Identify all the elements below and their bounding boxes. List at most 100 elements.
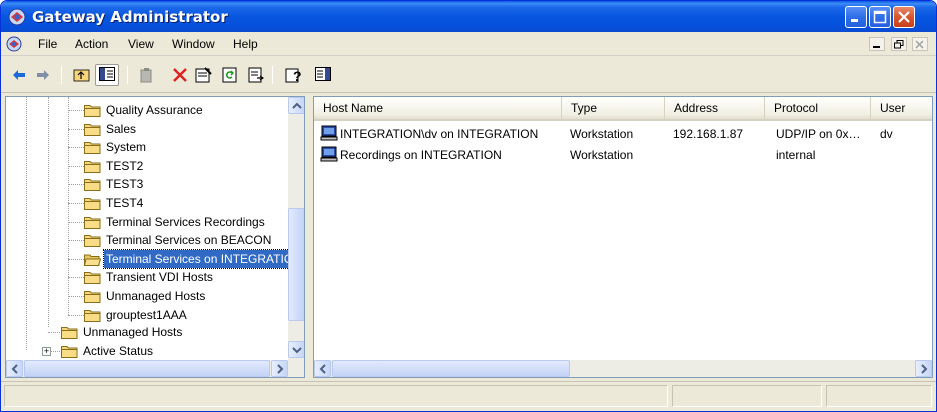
tree-item-label: Active Status	[83, 344, 154, 358]
menu-bar: File Action View Window Help	[1, 32, 936, 56]
tree-pane[interactable]: Quality Assurance Sales System TEST2 TEST3 TE…	[5, 96, 305, 378]
tree-connector	[48, 97, 49, 327]
menu-file[interactable]: File	[38, 37, 57, 51]
action-pane-icon	[315, 67, 331, 81]
tree-connector	[68, 222, 84, 223]
column-header-address[interactable]: Address	[665, 97, 765, 121]
scroll-left-button[interactable]	[6, 360, 23, 377]
folder-icon	[84, 217, 101, 229]
close-icon	[898, 11, 910, 23]
host-type: Workstation	[570, 127, 634, 141]
tree-connector	[68, 147, 84, 148]
scroll-up-button[interactable]	[288, 97, 304, 114]
folder-icon	[84, 179, 101, 191]
scroll-thumb[interactable]	[332, 360, 570, 377]
list-pane[interactable]: Host Name Type Address Protocol User INT…	[313, 96, 933, 378]
chevron-down-icon	[292, 347, 302, 354]
scroll-right-button[interactable]	[915, 360, 932, 377]
tree-item-label: TEST4	[106, 196, 144, 210]
maximize-icon	[873, 10, 887, 24]
tree-item-label: System	[106, 140, 147, 154]
forward-button[interactable]	[34, 66, 52, 84]
tree-item-label: Terminal Services on BEACON	[106, 233, 272, 247]
child-close-button[interactable]	[912, 37, 928, 51]
menu-action[interactable]: Action	[75, 37, 108, 51]
export-list-icon	[248, 67, 264, 83]
folder-icon	[84, 105, 101, 117]
column-header-host-name[interactable]: Host Name	[314, 97, 562, 121]
toolbar-separator	[127, 66, 128, 84]
help-button[interactable]: ?	[284, 66, 302, 84]
child-window-controls	[867, 37, 928, 54]
tree-item-label: Quality Assurance	[106, 103, 203, 117]
column-header-type[interactable]: Type	[562, 97, 665, 121]
tree-connector	[68, 315, 84, 316]
menu-view[interactable]: View	[128, 37, 154, 51]
folder-icon	[84, 142, 101, 154]
list-item[interactable]: Recordings on INTEGRATION Workstation in…	[314, 145, 914, 165]
child-minimize-button[interactable]	[869, 37, 886, 51]
tree-horizontal-scrollbar[interactable]	[6, 360, 304, 377]
tree-connector	[68, 296, 84, 297]
toolbar-separator	[61, 66, 62, 84]
host-name: INTEGRATION\dv on INTEGRATION	[340, 127, 539, 141]
title-bar[interactable]: Gateway Administrator	[1, 1, 936, 32]
back-button[interactable]	[10, 66, 28, 84]
chevron-right-icon	[921, 364, 928, 374]
column-header-user[interactable]: User	[871, 97, 932, 121]
forward-arrow-icon	[37, 70, 49, 80]
app-icon	[8, 8, 26, 26]
close-button[interactable]	[893, 6, 915, 28]
expand-toggle[interactable]: +	[42, 347, 51, 356]
properties-button[interactable]	[194, 66, 212, 84]
up-one-level-button[interactable]	[72, 66, 90, 84]
minimize-button[interactable]	[845, 6, 867, 28]
tree-connector	[68, 166, 84, 167]
tree-item-label: Sales	[106, 122, 137, 136]
scroll-left-button[interactable]	[314, 360, 331, 377]
restore-icon	[893, 40, 904, 49]
close-icon	[915, 40, 924, 49]
action-pane-button[interactable]	[314, 66, 332, 84]
scroll-thumb[interactable]	[24, 360, 270, 377]
status-bar	[1, 381, 936, 411]
copy-button[interactable]	[138, 66, 156, 84]
tree-connector	[48, 332, 60, 333]
scroll-thumb[interactable]	[288, 208, 304, 321]
tree-item-label: Terminal Services on INTEGRATIO	[102, 249, 288, 269]
folder-icon	[84, 161, 101, 173]
folder-icon	[84, 272, 101, 284]
computer-icon	[320, 146, 338, 162]
copy-icon	[140, 68, 152, 83]
list-item[interactable]: INTEGRATION\dv on INTEGRATION Workstatio…	[314, 124, 914, 144]
tree-connector	[68, 277, 84, 278]
host-user: dv	[880, 127, 893, 141]
column-header-protocol[interactable]: Protocol	[765, 97, 871, 121]
scroll-right-button[interactable]	[271, 360, 288, 377]
menu-help[interactable]: Help	[233, 37, 258, 51]
tree-vertical-scrollbar[interactable]	[288, 97, 304, 360]
tree-item-label: grouptest1AAA	[106, 308, 187, 322]
delete-button[interactable]	[171, 66, 189, 84]
toolbar: ?	[1, 57, 936, 93]
tree-view[interactable]: Quality Assurance Sales System TEST2 TEST3 TE…	[6, 97, 288, 360]
document-icon[interactable]	[6, 36, 22, 52]
child-restore-button[interactable]	[890, 37, 907, 51]
list-horizontal-scrollbar[interactable]	[314, 360, 932, 377]
status-panel	[672, 385, 822, 407]
tree-item-label: TEST2	[106, 159, 144, 173]
tree-item-label: Unmanaged Hosts	[106, 289, 206, 303]
scroll-down-button[interactable]	[288, 341, 304, 358]
tree-item-label: Terminal Services Recordings	[106, 215, 265, 229]
chevron-up-icon	[292, 102, 302, 109]
refresh-button[interactable]	[221, 66, 239, 84]
export-list-button[interactable]	[247, 66, 265, 84]
menu-window[interactable]: Window	[172, 37, 215, 51]
tree-connector	[68, 203, 84, 204]
tree-connector	[26, 97, 27, 350]
show-hide-tree-button[interactable]	[95, 64, 119, 86]
folder-icon	[84, 291, 101, 303]
folder-icon	[61, 346, 78, 358]
maximize-button[interactable]	[869, 6, 891, 28]
tree-item-label: TEST3	[106, 177, 144, 191]
